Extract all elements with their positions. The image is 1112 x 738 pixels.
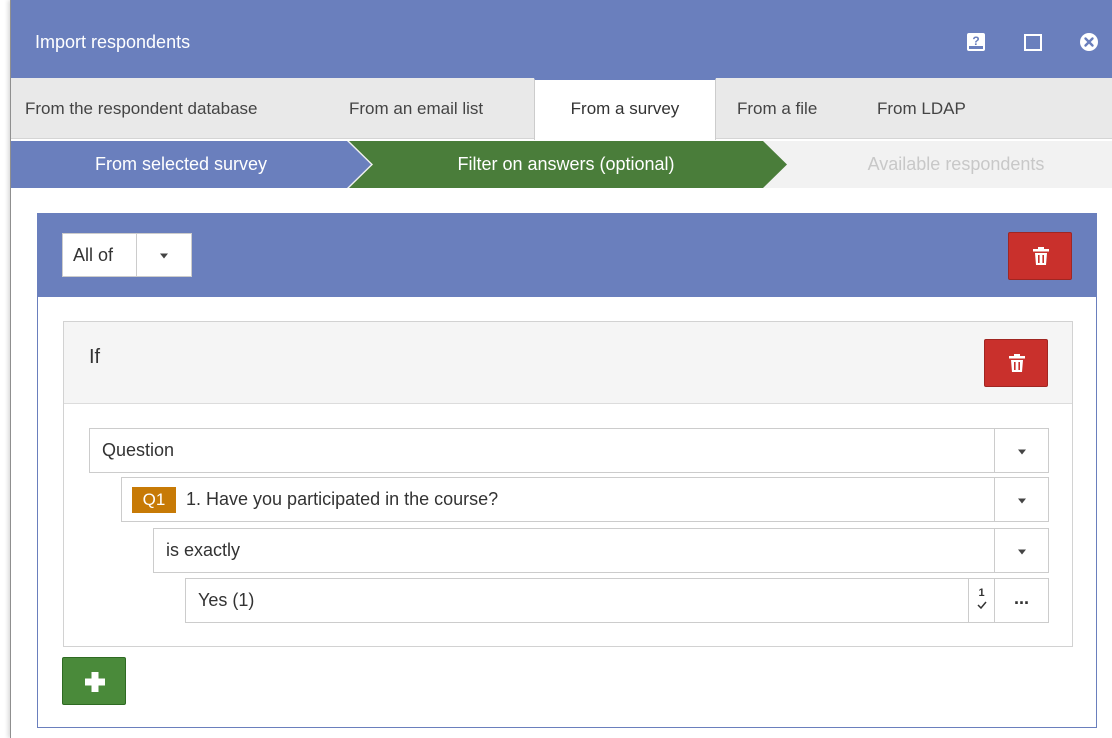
trash-icon [1009, 354, 1025, 372]
group-mode-value: All of [63, 234, 137, 276]
add-condition-button[interactable] [62, 657, 126, 705]
close-icon[interactable] [1079, 32, 1099, 52]
step-selected-survey[interactable]: From selected survey [11, 141, 351, 188]
operator-select[interactable]: is exactly [153, 528, 1049, 573]
chevron-down-icon[interactable] [994, 478, 1048, 521]
tab-respondent-database[interactable]: From the respondent database [25, 78, 257, 139]
answer-value-field[interactable]: Yes (1) 1 ... [185, 578, 1049, 623]
answer-value: Yes (1) [198, 590, 255, 610]
question-select[interactable]: Q1 1. Have you participated in the cours… [121, 477, 1049, 522]
tab-file[interactable]: From a file [737, 78, 817, 139]
wizard-steps: From selected survey Filter on answers (… [11, 141, 1112, 188]
numeric-check-icon[interactable]: 1 [968, 579, 994, 622]
import-respondents-dialog: Import respondents ? From the respondent… [10, 0, 1112, 738]
svg-text:?: ? [972, 34, 979, 48]
tab-ldap[interactable]: From LDAP [877, 78, 966, 139]
numeric-indicator: 1 [978, 587, 985, 599]
delete-group-button[interactable] [1008, 232, 1072, 280]
condition-header: If [64, 322, 1072, 404]
chevron-down-icon[interactable] [994, 529, 1048, 572]
chevron-down-icon[interactable] [994, 429, 1048, 472]
condition-type-value: Question [102, 440, 175, 460]
condition-label: If [89, 346, 101, 368]
delete-condition-button[interactable] [984, 339, 1048, 387]
trash-icon [1033, 247, 1049, 265]
help-icon[interactable]: ? [966, 32, 986, 52]
maximize-icon[interactable] [1023, 32, 1043, 52]
tab-email-list[interactable]: From an email list [349, 78, 483, 139]
filter-group-panel: All of If Question Q1 1. Have you partic… [37, 213, 1097, 728]
operator-value: is exactly [166, 540, 241, 560]
tab-survey[interactable]: From a survey [534, 78, 716, 140]
filter-group-header: All of [38, 214, 1096, 297]
plus-icon [85, 672, 105, 692]
chevron-down-icon [137, 234, 191, 276]
question-text: 1. Have you participated in the course? [186, 489, 499, 509]
step-filter-answers[interactable]: Filter on answers (optional) [361, 141, 771, 188]
group-mode-select[interactable]: All of [62, 233, 192, 277]
condition-box: If Question Q1 1. Have you participated … [63, 321, 1073, 647]
question-badge: Q1 [132, 487, 176, 513]
source-tabs: From the respondent database From an ema… [11, 78, 1112, 140]
dialog-title: Import respondents [35, 32, 191, 52]
step-available-respondents: Available respondents [867, 154, 1045, 174]
condition-type-select[interactable]: Question [89, 428, 1049, 473]
title-bar: Import respondents ? [11, 0, 1112, 78]
more-options-button[interactable]: ... [994, 579, 1048, 622]
